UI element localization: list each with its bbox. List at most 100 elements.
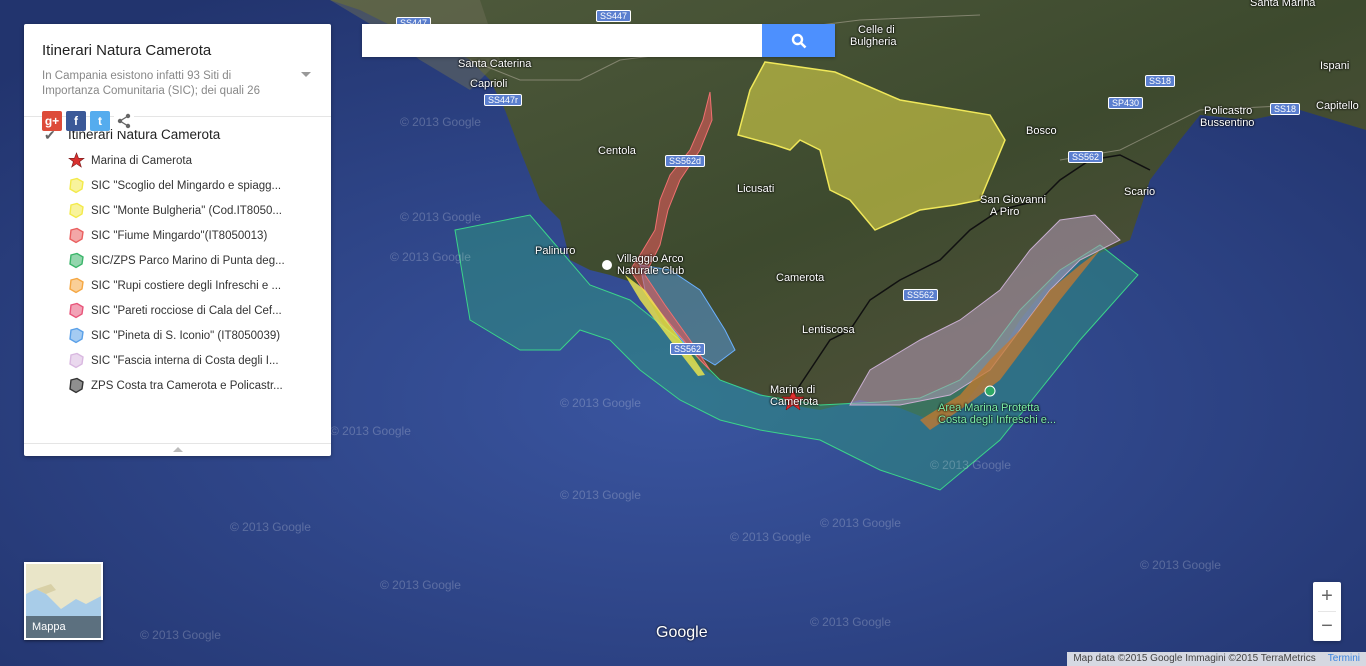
road-shield: SS562 [670,343,706,355]
polygon-icon [69,252,84,269]
zoom-in-button[interactable]: + [1313,582,1341,611]
search-box [362,24,835,57]
road-shield: SS447 [596,10,632,22]
search-icon [791,33,806,48]
google-logo: Google [656,624,708,641]
expand-description-icon[interactable] [301,72,311,77]
place-label: Centola [598,145,636,157]
zoom-control: + − [1313,582,1341,641]
road-shield: SS447r [484,94,523,106]
watermark: © 2013 Google [730,530,811,544]
legend-item[interactable]: SIC "Pineta di S. Iconio" (IT8050039) [68,323,331,348]
area-marina-marker [984,385,996,397]
panel-header: Itinerari Natura Camerota In Campania es… [24,24,331,131]
watermark: © 2013 Google [560,396,641,410]
star-icon [68,152,85,168]
legend-item-label: SIC "Pareti rocciose di Cala del Cef... [91,304,282,317]
legend-item-label: Marina di Camerota [91,154,192,167]
polygon-icon [69,327,84,344]
polygon-icon [69,377,84,394]
legend-item-label: SIC "Rupi costiere degli Infreschi e ... [91,279,282,292]
polygon-icon [69,177,84,194]
polygon-icon [69,277,84,294]
legend-list: Marina di Camerota SIC "Scoglio del Minga… [24,148,331,398]
place-label: Lentiscosa [802,324,855,336]
place-label: Area Marina Protetta [938,402,1040,414]
legend-item[interactable]: SIC "Fiume Mingardo"(IT8050013) [68,223,331,248]
watermark: © 2013 Google [330,424,411,438]
watermark: © 2013 Google [400,115,481,129]
place-label: Naturale Club [617,265,685,277]
legend-item-label: SIC "Pineta di S. Iconio" (IT8050039) [91,329,281,342]
place-label: Santa Marina [1250,0,1316,9]
search-input[interactable] [362,24,762,57]
legend-item[interactable]: SIC/ZPS Parco Marino di Punta deg... [68,248,331,273]
road-shield: SS562 [1068,151,1104,163]
legend-item-label: SIC "Scoglio del Mingardo e spiagg... [91,179,282,192]
watermark: © 2013 Google [930,458,1011,472]
legend-item[interactable]: Marina di Camerota [68,148,331,173]
place-label: Capitello [1316,100,1359,112]
legend-item[interactable]: ZPS Costa tra Camerota e Policastr... [68,373,331,398]
polygon-icon [69,202,84,219]
watermark: © 2013 Google [380,578,461,592]
place-label: Licusati [737,183,775,195]
place-label: Palinuro [535,245,576,257]
place-label: Costa degli Infreschi e... [938,414,1057,426]
place-label: Celle di [858,24,895,36]
collapse-panel-button[interactable] [24,443,331,456]
place-label: Bussentino [1200,117,1255,129]
polygon-icon [69,227,84,244]
share-icon[interactable] [114,111,134,131]
watermark: © 2013 Google [810,615,891,629]
place-label: Villaggio Arco [617,253,684,265]
legend-item[interactable]: SIC "Rupi costiere degli Infreschi e ... [68,273,331,298]
map-title: Itinerari Natura Camerota [42,42,212,59]
road-shield: SS562d [665,155,706,167]
google-plus-share-button[interactable]: g+ [42,111,62,131]
share-buttons: g+ f t [42,111,313,131]
place-label: Bosco [1026,125,1057,137]
watermark: © 2013 Google [390,250,471,264]
legend-panel: Itinerari Natura Camerota In Campania es… [24,24,331,456]
road-shield: SS562 [903,289,939,301]
legend-item[interactable]: SIC "Fascia interna di Costa degli I... [68,348,331,373]
polygon-icon [69,352,84,369]
legend-item-label: ZPS Costa tra Camerota e Policastr... [91,379,283,392]
place-label: Camerota [770,396,819,408]
watermark: © 2013 Google [140,628,221,642]
watermark: © 2013 Google [230,520,311,534]
place-label: Scario [1124,186,1156,198]
legend-item-label: SIC/ZPS Parco Marino di Punta deg... [91,254,285,267]
chevron-up-icon [172,447,183,452]
legend-item-label: SIC "Monte Bulgheria" (Cod.IT8050... [91,204,282,217]
terms-link[interactable]: Termini [1328,652,1360,666]
map-type-toggle[interactable]: Mappa [24,562,103,640]
search-button[interactable] [762,24,835,57]
place-label: Marina di [770,384,816,396]
map-attribution: Map data ©2015 Google Immagini ©2015 Ter… [1067,652,1366,666]
attribution-text: Map data ©2015 Google Immagini ©2015 Ter… [1073,653,1316,664]
legend-item[interactable]: SIC "Pareti rocciose di Cala del Cef... [68,298,331,323]
place-label: Camerota [776,272,825,284]
place-label: A Piro [990,206,1020,218]
facebook-share-button[interactable]: f [66,111,86,131]
polygon-icon [69,302,84,319]
zoom-out-button[interactable]: − [1313,612,1341,641]
villaggio-marker [602,260,612,270]
watermark: © 2013 Google [820,516,901,530]
legend-item-label: SIC "Fascia interna di Costa degli I... [91,354,279,367]
road-shield: SS18 [1145,75,1176,87]
map-description: In Campania esistono infatti 93 Siti di … [42,70,260,97]
watermark: © 2013 Google [400,210,481,224]
map-type-label: Mappa [26,616,101,638]
place-label: Bulgheria [850,36,897,48]
twitter-share-button[interactable]: t [90,111,110,131]
road-shield: SS18 [1270,103,1301,115]
watermark: © 2013 Google [560,488,641,502]
legend-item[interactable]: SIC "Monte Bulgheria" (Cod.IT8050... [68,198,331,223]
legend-item-label: SIC "Fiume Mingardo"(IT8050013) [91,229,268,242]
place-label: Santa Caterina [458,58,532,70]
place-label: San Giovanni [980,194,1047,206]
legend-item[interactable]: SIC "Scoglio del Mingardo e spiagg... [68,173,331,198]
